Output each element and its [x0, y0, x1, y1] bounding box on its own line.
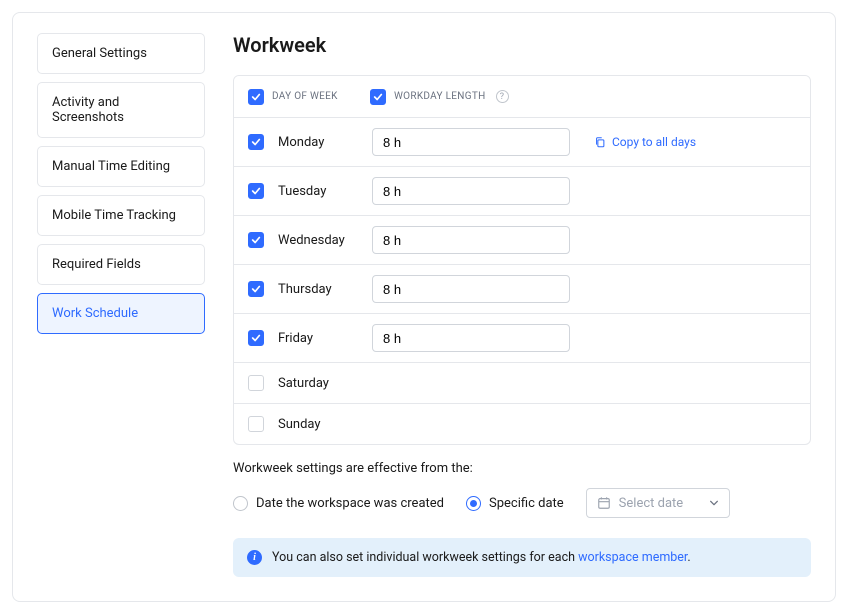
- header-length-checkbox[interactable]: [370, 89, 386, 105]
- length-input-wednesday[interactable]: [372, 226, 570, 254]
- header-day-label: Day of Week: [272, 91, 338, 102]
- info-text-suffix: .: [687, 550, 690, 565]
- day-row-sunday: Sunday: [234, 403, 810, 444]
- radio-workspace-created[interactable]: Date the workspace was created: [233, 496, 444, 511]
- day-checkbox-sunday[interactable]: [248, 416, 264, 432]
- effective-from-label: Workweek settings are effective from the…: [233, 461, 811, 476]
- workspace-member-link[interactable]: workspace member: [578, 550, 687, 565]
- sidebar-item-activity-and-screenshots[interactable]: Activity and Screenshots: [37, 82, 205, 138]
- sidebar-item-general-settings[interactable]: General Settings: [37, 33, 205, 74]
- day-row-thursday: Thursday: [234, 264, 810, 313]
- length-input-tuesday[interactable]: [372, 177, 570, 205]
- copy-icon: [594, 136, 606, 148]
- sidebar-item-manual-time-editing[interactable]: Manual Time Editing: [37, 146, 205, 187]
- header-length-label: Workday Length: [394, 91, 486, 102]
- length-input-monday[interactable]: [372, 128, 570, 156]
- day-label: Tuesday: [278, 184, 358, 199]
- day-label: Thursday: [278, 282, 358, 297]
- sidebar: General Settings Activity and Screenshots…: [37, 33, 205, 577]
- calendar-icon: [597, 496, 611, 510]
- day-checkbox-tuesday[interactable]: [248, 183, 264, 199]
- day-checkbox-monday[interactable]: [248, 134, 264, 150]
- day-row-wednesday: Wednesday: [234, 215, 810, 264]
- day-label: Saturday: [278, 376, 358, 391]
- header-day-checkbox[interactable]: [248, 89, 264, 105]
- day-checkbox-wednesday[interactable]: [248, 232, 264, 248]
- length-input-friday[interactable]: [372, 324, 570, 352]
- chevron-down-icon: [709, 498, 719, 508]
- day-row-saturday: Saturday: [234, 362, 810, 403]
- day-label: Friday: [278, 331, 358, 346]
- day-label: Sunday: [278, 417, 358, 432]
- day-checkbox-thursday[interactable]: [248, 281, 264, 297]
- sidebar-item-required-fields[interactable]: Required Fields: [37, 244, 205, 285]
- day-checkbox-saturday[interactable]: [248, 375, 264, 391]
- help-icon[interactable]: ?: [496, 90, 509, 103]
- day-row-tuesday: Tuesday: [234, 166, 810, 215]
- copy-to-all-days-link[interactable]: Copy to all days: [594, 135, 696, 149]
- day-row-friday: Friday: [234, 313, 810, 362]
- day-row-monday: Monday Copy to all days: [234, 117, 810, 166]
- day-label: Monday: [278, 135, 358, 150]
- info-bar: i You can also set individual workweek s…: [233, 538, 811, 577]
- effective-from-radio-row: Date the workspace was created Specific …: [233, 488, 811, 518]
- length-input-thursday[interactable]: [372, 275, 570, 303]
- main-panel: Workweek Day of Week Workday Length ? Mo…: [233, 33, 811, 577]
- page-title: Workweek: [233, 33, 811, 57]
- workweek-table: Day of Week Workday Length ? Monday Copy …: [233, 75, 811, 445]
- day-label: Wednesday: [278, 233, 358, 248]
- sidebar-item-work-schedule[interactable]: Work Schedule: [37, 293, 205, 334]
- radio-created-label: Date the workspace was created: [256, 496, 444, 511]
- date-select[interactable]: Select date: [586, 488, 731, 518]
- info-text-prefix: You can also set individual workweek set…: [272, 550, 578, 565]
- radio-specific-date[interactable]: Specific date: [466, 496, 564, 511]
- radio-specific-label: Specific date: [489, 496, 564, 511]
- table-header-row: Day of Week Workday Length ?: [234, 76, 810, 117]
- day-checkbox-friday[interactable]: [248, 330, 264, 346]
- sidebar-item-mobile-time-tracking[interactable]: Mobile Time Tracking: [37, 195, 205, 236]
- date-select-placeholder: Select date: [619, 496, 684, 511]
- info-icon: i: [247, 550, 262, 565]
